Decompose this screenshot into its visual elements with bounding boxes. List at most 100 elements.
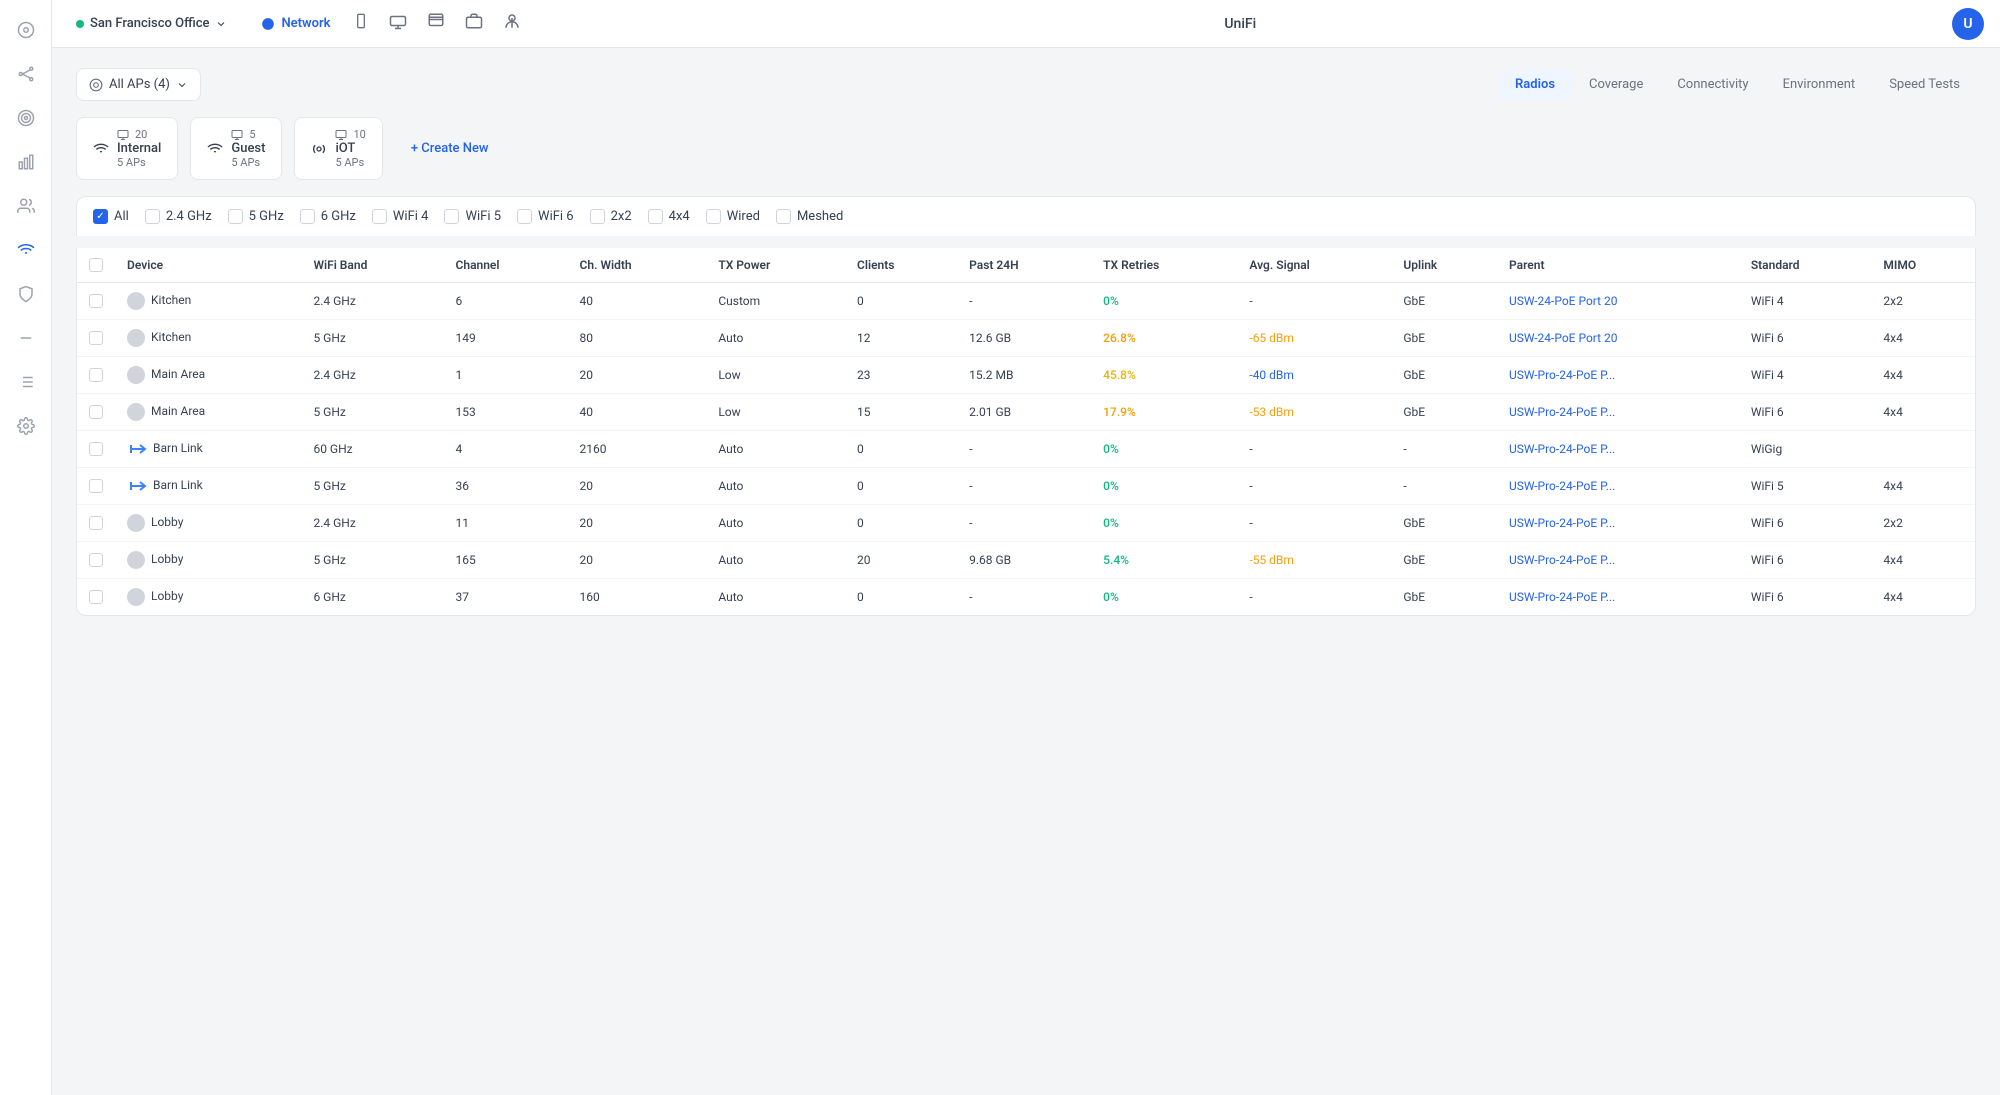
row-checkbox[interactable] [89,590,103,604]
cell-past-24h: - [957,283,1091,320]
iot-network-info: 10 iOT 5 APs [335,128,365,169]
network-badge-iot[interactable]: 10 iOT 5 APs [294,117,382,180]
parent-link[interactable]: USW-Pro-24-PoE P... [1509,368,1615,382]
site-selector[interactable]: San Francisco Office [68,12,235,35]
cell-wifi-band: 2.4 GHz [301,283,443,320]
sidebar-icon-location[interactable] [8,12,44,48]
guest-network-info: 5 Guest 5 APs [231,128,265,169]
row-checkbox[interactable] [89,405,103,419]
row-checkbox[interactable] [89,331,103,345]
filter-2x2-checkbox[interactable] [590,209,605,224]
parent-link[interactable]: USW-Pro-24-PoE P... [1509,405,1615,419]
device-name: Lobby [151,589,183,603]
sidebar-icon-people[interactable] [8,188,44,224]
filter-wired-checkbox[interactable] [706,209,721,224]
filter-4x4-checkbox[interactable] [648,209,663,224]
cell-standard: WiFi 6 [1739,394,1872,431]
parent-link[interactable]: USW-Pro-24-PoE P... [1509,553,1615,567]
parent-link[interactable]: USW-Pro-24-PoE P... [1509,590,1615,604]
cell-channel: 37 [444,579,568,616]
sidebar-icon-chart[interactable] [8,144,44,180]
filter-all-checkbox[interactable]: ✓ [93,209,108,224]
tab-coverage[interactable]: Coverage [1573,69,1659,100]
network-badge-internal[interactable]: 20 Internal 5 APs [76,117,178,180]
parent-link[interactable]: USW-Pro-24-PoE P... [1509,516,1615,530]
sidebar-icon-shield[interactable] [8,276,44,312]
header-checkbox[interactable] [89,258,103,272]
row-checkbox[interactable] [89,294,103,308]
filter-6ghz[interactable]: 6 GHz [300,209,356,224]
sidebar-icon-gear[interactable] [8,408,44,444]
filter-5ghz[interactable]: 5 GHz [228,209,284,224]
cell-uplink: GbE [1391,394,1497,431]
cell-past-24h: - [957,468,1091,505]
filter-all-label: All [114,209,129,224]
nav-icon-device1[interactable] [345,7,377,40]
row-checkbox[interactable] [89,479,103,493]
row-checkbox[interactable] [89,516,103,530]
parent-link[interactable]: USW-24-PoE Port 20 [1509,331,1618,345]
nav-icon-device2[interactable] [381,8,415,39]
cell-parent: USW-Pro-24-PoE P... [1497,579,1739,616]
internal-name: Internal [117,141,161,156]
sidebar-icon-list[interactable] [8,364,44,400]
parent-link[interactable]: USW-Pro-24-PoE P... [1509,442,1615,456]
avg-signal-value: - [1249,442,1252,456]
create-new-button[interactable]: + Create New [395,131,505,166]
filter-wifi6[interactable]: WiFi 6 [517,209,574,224]
filter-wifi4-checkbox[interactable] [372,209,387,224]
header-channel: Channel [444,248,568,283]
filter-all[interactable]: ✓ All [93,209,129,224]
tab-speed-tests[interactable]: Speed Tests [1873,69,1976,100]
avg-signal-value: -53 dBm [1249,405,1294,419]
nav-icon-device4[interactable] [457,8,491,39]
cell-tx-power: Auto [706,579,845,616]
filter-wifi6-checkbox[interactable] [517,209,532,224]
cell-parent: USW-24-PoE Port 20 [1497,283,1739,320]
tab-radios[interactable]: Radios [1499,69,1571,100]
nav-item-network[interactable]: Network [251,10,340,37]
sidebar-icon-minus[interactable] [8,320,44,356]
nav-icon-device3[interactable] [419,8,453,39]
ap-selector[interactable]: All APs (4) [76,68,201,101]
header-wifi-band: WiFi Band [301,248,443,283]
cell-ch-width: 20 [568,468,707,505]
cell-tx-power: Auto [706,505,845,542]
cell-parent: USW-Pro-24-PoE P... [1497,468,1739,505]
filter-meshed-checkbox[interactable] [776,209,791,224]
filter-meshed[interactable]: Meshed [776,209,843,224]
filter-wifi4[interactable]: WiFi 4 [372,209,429,224]
filter-6ghz-checkbox[interactable] [300,209,315,224]
tab-connectivity[interactable]: Connectivity [1661,69,1764,100]
filter-wired[interactable]: Wired [706,209,760,224]
table-row: Kitchen5 GHz14980Auto1212.6 GB26.8%-65 d… [77,320,1975,357]
row-checkbox[interactable] [89,553,103,567]
device-icon [127,514,145,532]
header-standard: Standard [1739,248,1872,283]
nav-icon-device5[interactable] [495,8,529,39]
sidebar-icon-topology[interactable] [8,56,44,92]
filter-wifi5-checkbox[interactable] [444,209,459,224]
user-avatar[interactable]: U [1952,8,1984,40]
filter-5ghz-checkbox[interactable] [228,209,243,224]
tab-environment[interactable]: Environment [1767,69,1872,100]
row-checkbox[interactable] [89,368,103,382]
sidebar-icon-target[interactable] [8,100,44,136]
filter-4x4[interactable]: 4x4 [648,209,690,224]
header-mimo: MIMO [1871,248,1975,283]
cell-past-24h: - [957,431,1091,468]
row-checkbox[interactable] [89,442,103,456]
filter-2.4ghz-checkbox[interactable] [145,209,160,224]
networks-row: 20 Internal 5 APs 5 Guest 5 APs [76,117,1976,180]
parent-link[interactable]: USW-24-PoE Port 20 [1509,294,1618,308]
filter-wifi5[interactable]: WiFi 5 [444,209,501,224]
app-title: UniFi [545,16,1936,32]
header-parent: Parent [1497,248,1739,283]
sidebar-icon-wifi[interactable] [8,232,44,268]
network-badge-guest[interactable]: 5 Guest 5 APs [190,117,282,180]
chevron-down-icon [215,18,227,30]
filter-2.4ghz[interactable]: 2.4 GHz [145,209,212,224]
cell-clients: 0 [845,431,957,468]
filter-2x2[interactable]: 2x2 [590,209,632,224]
parent-link[interactable]: USW-Pro-24-PoE P... [1509,479,1615,493]
